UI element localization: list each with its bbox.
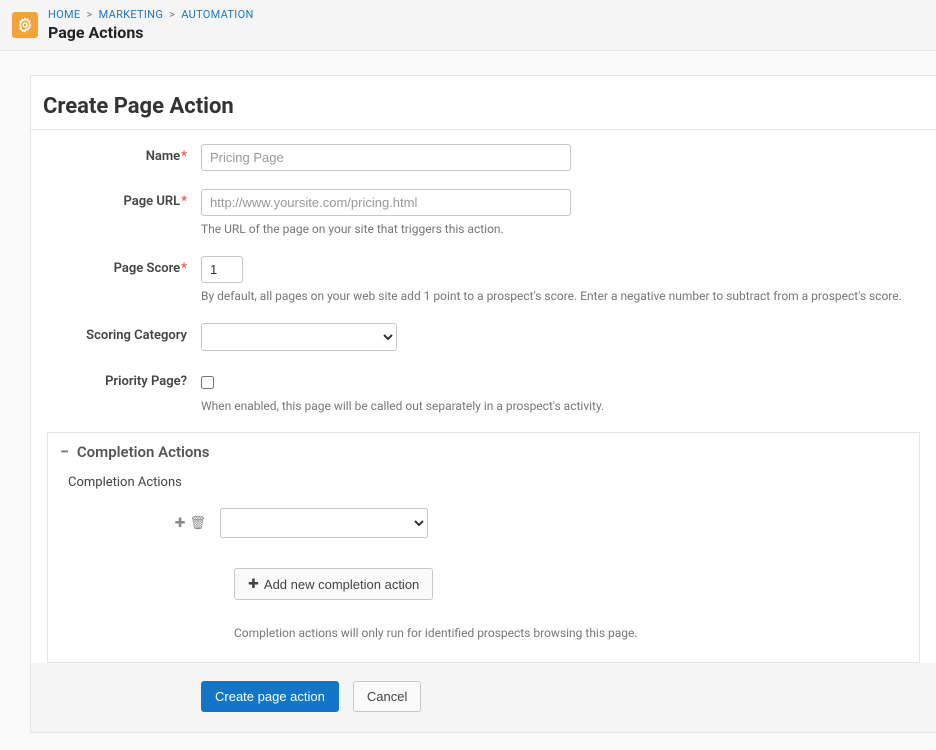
scoring-category-select[interactable] [201, 323, 397, 351]
top-bar: HOME > MARKETING > AUTOMATION Page Actio… [0, 0, 936, 51]
main-heading: Create Page Action [31, 76, 936, 130]
gear-icon [12, 12, 38, 38]
cancel-button[interactable]: Cancel [353, 681, 421, 712]
breadcrumb-automation[interactable]: AUTOMATION [181, 8, 253, 21]
footer-bar: Create page action Cancel [31, 663, 936, 732]
section-header[interactable]: − Completion Actions [48, 433, 919, 471]
section-title: Completion Actions [77, 443, 210, 461]
row-page-url: Page URL* The URL of the page on your si… [41, 189, 926, 238]
completion-actions-section: − Completion Actions Completion Actions … [47, 432, 920, 663]
plus-icon: ✚ [248, 576, 259, 592]
section-sublabel: Completion Actions [68, 475, 907, 490]
create-page-action-button[interactable]: Create page action [201, 681, 339, 712]
content-panel: Create Page Action Name* Page URL* The U… [30, 75, 936, 733]
add-completion-action-button[interactable]: ✚ Add new completion action [234, 568, 433, 600]
plus-icon[interactable]: ✚ [175, 516, 186, 531]
priority-page-checkbox[interactable] [201, 376, 214, 389]
completion-action-select[interactable] [220, 508, 428, 538]
page-url-input[interactable] [201, 189, 571, 216]
add-completion-action-label: Add new completion action [264, 577, 419, 592]
trash-icon[interactable]: 🗑 [189, 516, 206, 531]
label-page-url: Page URL* [41, 189, 201, 209]
help-page-url: The URL of the page on your site that tr… [201, 221, 926, 238]
completion-action-row: ✚ 🗑 [60, 508, 907, 538]
completion-note: Completion actions will only run for ide… [234, 626, 907, 640]
row-priority-page: Priority Page? When enabled, this page w… [41, 369, 926, 415]
row-scoring-category: Scoring Category [41, 323, 926, 351]
form-area: Name* Page URL* The URL of the page on y… [31, 130, 936, 663]
breadcrumb-sep: > [87, 8, 93, 21]
help-page-score: By default, all pages on your web site a… [201, 288, 926, 305]
breadcrumb: HOME > MARKETING > AUTOMATION [48, 8, 254, 21]
row-page-score: Page Score* By default, all pages on you… [41, 256, 926, 305]
help-priority-page: When enabled, this page will be called o… [201, 398, 926, 415]
name-input[interactable] [201, 144, 571, 171]
breadcrumb-home[interactable]: HOME [48, 8, 80, 21]
collapse-icon: − [60, 444, 69, 460]
label-scoring-category: Scoring Category [41, 323, 201, 343]
label-page-score: Page Score* [41, 256, 201, 276]
breadcrumb-sep: > [169, 8, 175, 21]
row-name: Name* [41, 144, 926, 171]
page-title: Page Actions [48, 23, 254, 42]
label-priority-page: Priority Page? [41, 369, 201, 389]
page-score-input[interactable] [201, 256, 243, 283]
breadcrumb-marketing[interactable]: MARKETING [99, 8, 164, 21]
label-name: Name* [41, 144, 201, 164]
